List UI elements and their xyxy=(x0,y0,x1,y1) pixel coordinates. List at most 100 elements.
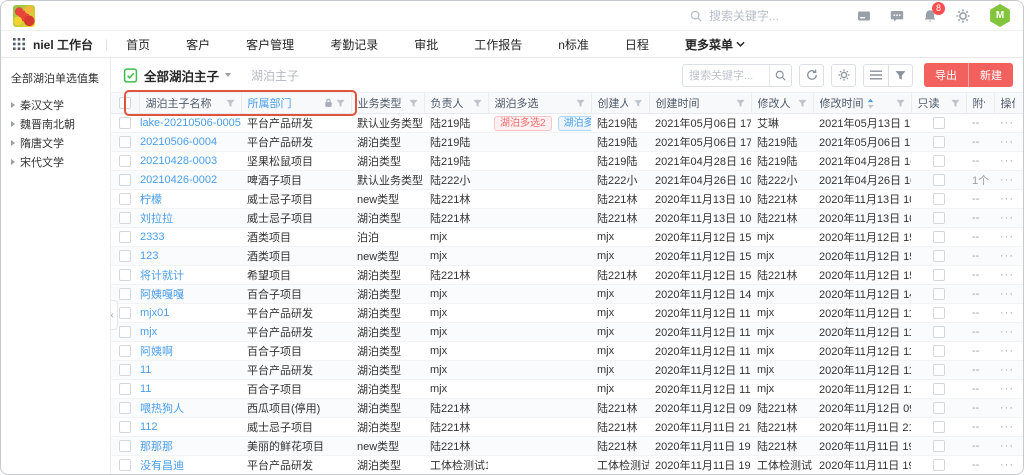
table-row[interactable]: 喂热狗人西瓜项目(停用)湖泊类型陆221林陆221林2020年11月12日 09… xyxy=(111,399,1023,418)
create-button[interactable]: 新建 xyxy=(969,63,1013,87)
global-search[interactable]: 搜索关键字... xyxy=(690,7,779,24)
readonly-checkbox[interactable] xyxy=(933,288,945,300)
record-link[interactable]: lake-20210506-0005 xyxy=(140,117,241,129)
row-checkbox[interactable] xyxy=(119,136,131,148)
record-link[interactable]: 11 xyxy=(140,364,151,376)
record-link[interactable]: 20210426-0002 xyxy=(140,174,217,186)
row-actions[interactable]: ··· xyxy=(994,323,1023,342)
row-checkbox[interactable] xyxy=(119,269,131,281)
record-link[interactable]: 将计就计 xyxy=(140,270,184,282)
row-checkbox[interactable] xyxy=(119,364,131,376)
row-actions[interactable]: ··· xyxy=(994,152,1023,171)
col-header-readonly[interactable]: 只读 xyxy=(911,93,966,114)
sidebar-collapse-handle[interactable]: « xyxy=(111,300,118,330)
row-actions[interactable]: ··· xyxy=(994,285,1023,304)
row-actions[interactable]: ··· xyxy=(994,437,1023,456)
row-checkbox[interactable] xyxy=(119,307,131,319)
record-link[interactable]: 柠檬 xyxy=(140,194,162,206)
row-checkbox[interactable] xyxy=(119,345,131,357)
row-actions[interactable]: ··· xyxy=(994,361,1023,380)
col-header-name[interactable]: 湖泊主子名称 xyxy=(139,93,241,114)
row-actions[interactable]: ··· xyxy=(994,266,1023,285)
row-actions[interactable]: ··· xyxy=(994,190,1023,209)
row-checkbox[interactable] xyxy=(119,421,131,433)
record-link[interactable]: 123 xyxy=(140,250,158,262)
row-actions[interactable]: ··· xyxy=(994,209,1023,228)
filter-button[interactable] xyxy=(888,64,913,87)
row-checkbox[interactable] xyxy=(119,326,131,338)
row-checkbox[interactable] xyxy=(119,231,131,243)
readonly-checkbox[interactable] xyxy=(933,459,945,471)
row-checkbox[interactable] xyxy=(119,117,131,129)
readonly-checkbox[interactable] xyxy=(933,269,945,281)
table-row[interactable]: 20210426-0002啤酒子项目默认业务类型陆222小陆222小2021年0… xyxy=(111,171,1023,190)
table-row[interactable]: 柠檬威士忌子项目new类型陆221林陆221林2020年11月13日 10:31… xyxy=(111,190,1023,209)
row-actions[interactable]: ··· xyxy=(994,228,1023,247)
table-row[interactable]: 20210506-0004平台产品研发湖泊类型陆219陆陆219陆2021年05… xyxy=(111,133,1023,152)
export-button[interactable]: 导出 xyxy=(924,63,969,87)
row-actions[interactable]: ··· xyxy=(994,380,1023,399)
record-link[interactable]: 2333 xyxy=(140,231,164,243)
table-row[interactable]: 刘拉拉威士忌子项目湖泊类型陆221林陆221林2020年11月13日 10:30… xyxy=(111,209,1023,228)
filter-icon[interactable] xyxy=(736,99,745,108)
nav-item-7[interactable]: n标准 xyxy=(558,36,589,53)
sort-icon[interactable] xyxy=(867,98,874,109)
record-link[interactable]: 没有昌迪 xyxy=(140,460,184,472)
row-actions[interactable]: ··· xyxy=(994,418,1023,437)
row-actions[interactable]: ··· xyxy=(994,133,1023,152)
readonly-checkbox[interactable] xyxy=(933,231,945,243)
nav-item-3[interactable]: 客户管理 xyxy=(246,36,294,53)
row-checkbox[interactable] xyxy=(119,383,131,395)
col-header-dept[interactable]: 所属部门 xyxy=(241,93,351,114)
readonly-checkbox[interactable] xyxy=(933,155,945,167)
filter-icon[interactable] xyxy=(473,99,482,108)
record-link[interactable]: 喂热狗人 xyxy=(140,403,184,415)
table-row[interactable]: 阿姨啊百合子项目湖泊类型mjxmjx2020年11月12日 11:16mjx20… xyxy=(111,342,1023,361)
table-settings-button[interactable] xyxy=(831,64,856,87)
nav-item-1[interactable]: 首页 xyxy=(126,36,150,53)
sidebar-item-3[interactable]: 隋唐文学 xyxy=(11,133,100,152)
readonly-checkbox[interactable] xyxy=(933,193,945,205)
col-header-biz[interactable]: 业务类型 xyxy=(351,93,424,114)
readonly-checkbox[interactable] xyxy=(933,212,945,224)
filter-icon[interactable] xyxy=(896,99,905,108)
row-checkbox[interactable] xyxy=(119,288,131,300)
workspace-title[interactable]: niel 工作台 xyxy=(33,36,93,53)
col-header-ctime[interactable]: 创建时间 xyxy=(649,93,751,114)
user-avatar[interactable]: M xyxy=(989,4,1011,27)
filter-icon[interactable] xyxy=(798,99,807,108)
readonly-checkbox[interactable] xyxy=(933,364,945,376)
sidebar-item-1[interactable]: 秦汉文学 xyxy=(11,95,100,114)
readonly-checkbox[interactable] xyxy=(933,402,945,414)
record-link[interactable]: 11 xyxy=(140,383,151,395)
table-row[interactable]: mjx平台产品研发湖泊类型mjxmjx2020年11月12日 11:44mjx2… xyxy=(111,323,1023,342)
row-actions[interactable]: ··· xyxy=(994,304,1023,323)
row-checkbox[interactable] xyxy=(119,212,131,224)
col-header-modifier[interactable]: 修改人 xyxy=(751,93,813,114)
row-checkbox[interactable] xyxy=(119,193,131,205)
record-link[interactable]: 那那那 xyxy=(140,441,173,453)
row-actions[interactable]: ··· xyxy=(994,114,1023,133)
nav-item-6[interactable]: 工作报告 xyxy=(474,36,522,53)
readonly-checkbox[interactable] xyxy=(933,307,945,319)
bell-icon[interactable]: 8 xyxy=(923,9,937,23)
row-checkbox[interactable] xyxy=(119,440,131,452)
filter-icon[interactable] xyxy=(576,99,585,108)
readonly-checkbox[interactable] xyxy=(933,250,945,262)
row-actions[interactable]: ··· xyxy=(994,247,1023,266)
filter-icon[interactable] xyxy=(409,99,418,108)
nav-item-5[interactable]: 审批 xyxy=(414,36,438,53)
readonly-checkbox[interactable] xyxy=(933,174,945,186)
col-header-mtime[interactable]: 修改时间 xyxy=(813,93,911,114)
record-link[interactable]: mjx xyxy=(140,326,157,338)
table-row[interactable]: 将计就计希望项目湖泊类型陆221林陆221林2020年11月12日 15:15陆… xyxy=(111,266,1023,285)
table-row[interactable]: 那那那美丽的鲜花项目new类型陆221林陆221林2020年11月11日 19:… xyxy=(111,437,1023,456)
notebook-icon[interactable] xyxy=(857,9,871,23)
select-all-checkbox[interactable] xyxy=(119,97,131,109)
readonly-checkbox[interactable] xyxy=(933,383,945,395)
sidebar-item-2[interactable]: 魏晋南北朝 xyxy=(11,114,100,133)
nav-item-8[interactable]: 日程 xyxy=(625,36,649,53)
apps-grid-icon[interactable] xyxy=(13,38,25,50)
record-link[interactable]: mjx01 xyxy=(140,307,169,319)
table-row[interactable]: lake-20210506-0005平台产品研发默认业务类型陆219陆湖泊多选2… xyxy=(111,114,1023,133)
